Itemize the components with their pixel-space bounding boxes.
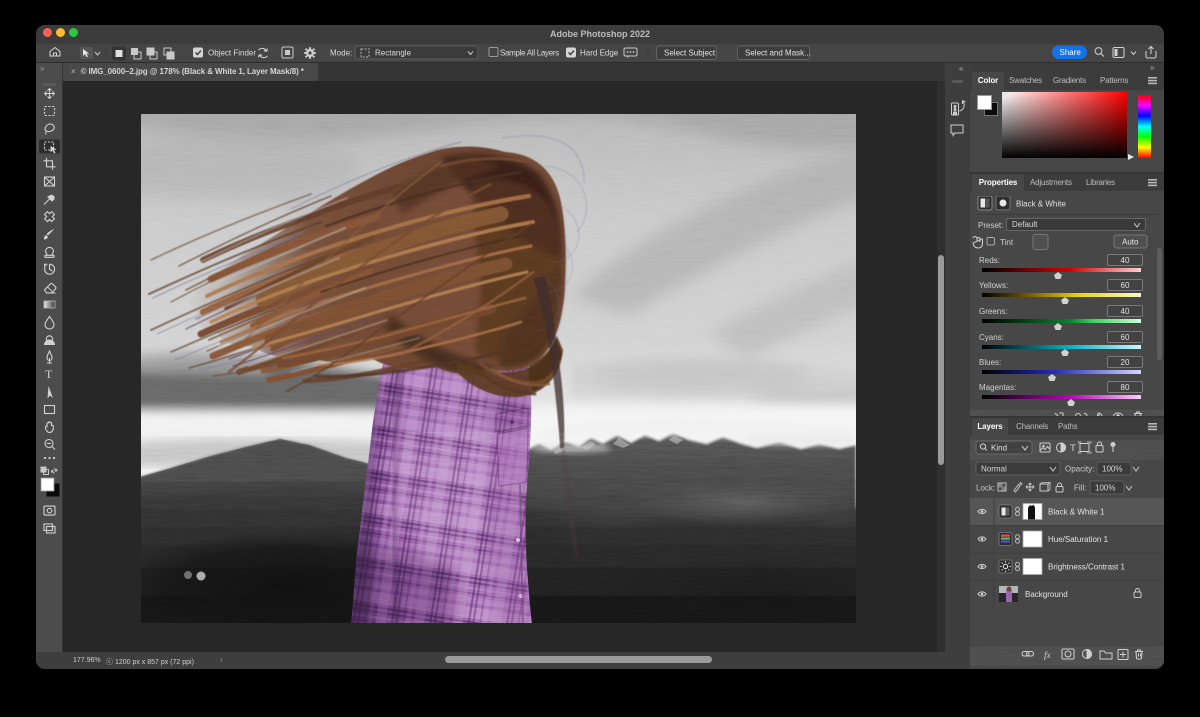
svg-text:100%: 100% bbox=[1095, 484, 1115, 493]
svg-text:«: « bbox=[959, 64, 964, 73]
svg-text:Black & White: Black & White bbox=[1016, 200, 1066, 209]
svg-text:T: T bbox=[45, 367, 53, 381]
svg-text:Lock:: Lock: bbox=[976, 484, 995, 493]
svg-text:Rectangle: Rectangle bbox=[375, 49, 412, 58]
svg-text:Mode:: Mode: bbox=[330, 49, 352, 58]
svg-text:Select and Mask...: Select and Mask... bbox=[745, 49, 811, 58]
svg-text:Black & White 1: Black & White 1 bbox=[1048, 508, 1105, 517]
svg-text:Opacity:: Opacity: bbox=[1065, 465, 1094, 474]
svg-text:100%: 100% bbox=[1102, 465, 1122, 474]
svg-text:Hard Edge: Hard Edge bbox=[580, 49, 619, 58]
svg-text:Object Finder: Object Finder bbox=[208, 49, 256, 58]
svg-text:»: » bbox=[40, 64, 45, 73]
svg-text:Background: Background bbox=[1025, 590, 1068, 599]
svg-text:Auto: Auto bbox=[1122, 238, 1139, 247]
svg-text:Brightness/Contrast 1: Brightness/Contrast 1 bbox=[1048, 563, 1125, 572]
svg-text:Fill:: Fill: bbox=[1074, 484, 1086, 493]
svg-text:Normal: Normal bbox=[981, 465, 1007, 474]
svg-text:Share: Share bbox=[1060, 48, 1082, 57]
svg-text:Tint: Tint bbox=[1000, 238, 1014, 247]
svg-text:Select Subject: Select Subject bbox=[664, 49, 716, 58]
svg-text:Sample All Layers: Sample All Layers bbox=[500, 49, 559, 58]
svg-text:Hue/Saturation 1: Hue/Saturation 1 bbox=[1048, 535, 1109, 544]
